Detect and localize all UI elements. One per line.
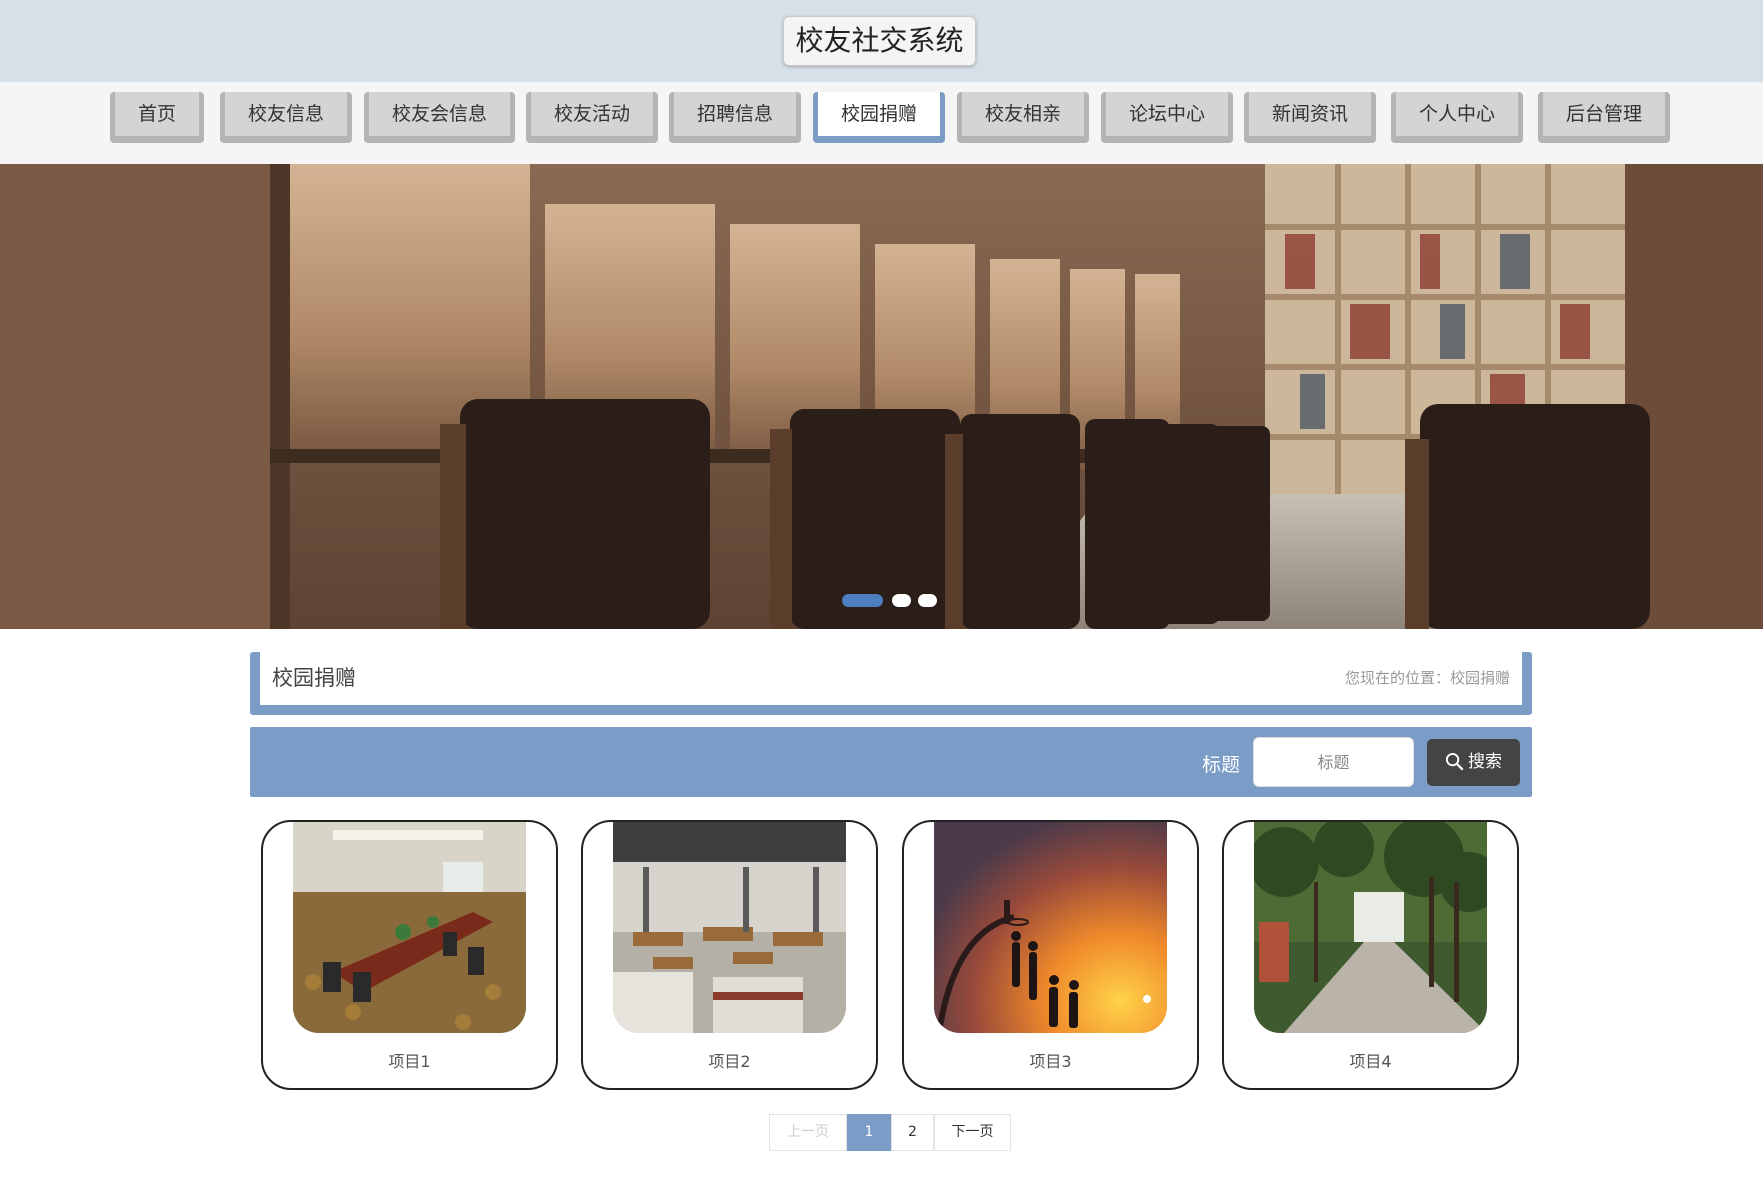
search-label: 标题 xyxy=(1202,754,1241,776)
nav-item-alumni-info[interactable]: 校友信息 xyxy=(220,92,352,143)
banner-library-image xyxy=(0,164,1763,629)
donation-card[interactable]: 项目1 xyxy=(261,820,558,1090)
page-title: 校园捐赠 xyxy=(272,666,356,690)
nav-item-alumni-dating[interactable]: 校友相亲 xyxy=(957,92,1089,143)
conference-room-image xyxy=(293,822,526,1033)
tree-lined-road-image xyxy=(1254,822,1487,1033)
breadcrumb: 您现在的位置：校园捐赠 xyxy=(1345,667,1510,688)
card-title: 项目3 xyxy=(1029,1052,1072,1071)
nav-item-news[interactable]: 新闻资讯 xyxy=(1244,92,1376,143)
nav-item-campus-donation[interactable]: 校园捐赠 xyxy=(813,92,945,143)
donation-card[interactable]: 项目4 xyxy=(1222,820,1519,1090)
card-title: 项目2 xyxy=(708,1052,751,1071)
banner-carousel[interactable] xyxy=(0,164,1763,629)
carousel-dot-3[interactable] xyxy=(918,594,937,607)
card-title: 项目4 xyxy=(1349,1052,1392,1071)
search-input[interactable] xyxy=(1253,737,1414,787)
site-header: 校友社交系统 xyxy=(0,0,1763,82)
page-2-button[interactable]: 2 xyxy=(891,1114,934,1151)
breadcrumb-bar: 校园捐赠 您现在的位置：校园捐赠 xyxy=(250,652,1532,715)
basketball-sunset-image xyxy=(934,822,1167,1033)
prev-page-button[interactable]: 上一页 xyxy=(769,1114,847,1151)
breadcrumb-label: 您现在的位置： xyxy=(1344,669,1450,687)
breadcrumb-current[interactable]: 校园捐赠 xyxy=(1450,669,1510,687)
nav-item-personal-center[interactable]: 个人中心 xyxy=(1391,92,1523,143)
nav-item-forum[interactable]: 论坛中心 xyxy=(1101,92,1233,143)
card-title: 项目1 xyxy=(388,1052,431,1071)
carousel-dot-1[interactable] xyxy=(842,594,883,607)
nav-item-alumni-association[interactable]: 校友会信息 xyxy=(364,92,515,143)
nav-item-recruitment[interactable]: 招聘信息 xyxy=(669,92,801,143)
search-icon xyxy=(1445,752,1464,771)
donation-card[interactable]: 项目3 xyxy=(902,820,1199,1090)
nav-item-admin[interactable]: 后台管理 xyxy=(1538,92,1670,143)
site-title: 校友社交系统 xyxy=(783,16,976,66)
donation-card[interactable]: 项目2 xyxy=(581,820,878,1090)
nav-item-alumni-activities[interactable]: 校友活动 xyxy=(526,92,658,143)
next-page-button[interactable]: 下一页 xyxy=(934,1114,1011,1151)
main-nav: 首页 校友信息 校友会信息 校友活动 招聘信息 校园捐赠 校友相亲 论坛中心 新… xyxy=(0,82,1763,164)
carousel-dot-2[interactable] xyxy=(892,594,911,607)
search-bar: 标题 搜索 xyxy=(250,727,1532,797)
search-button-label: 搜索 xyxy=(1468,752,1502,772)
page-1-button[interactable]: 1 xyxy=(847,1114,891,1151)
nav-item-home[interactable]: 首页 xyxy=(110,92,204,143)
search-button[interactable]: 搜索 xyxy=(1427,739,1520,786)
office-workspace-image xyxy=(613,822,846,1033)
